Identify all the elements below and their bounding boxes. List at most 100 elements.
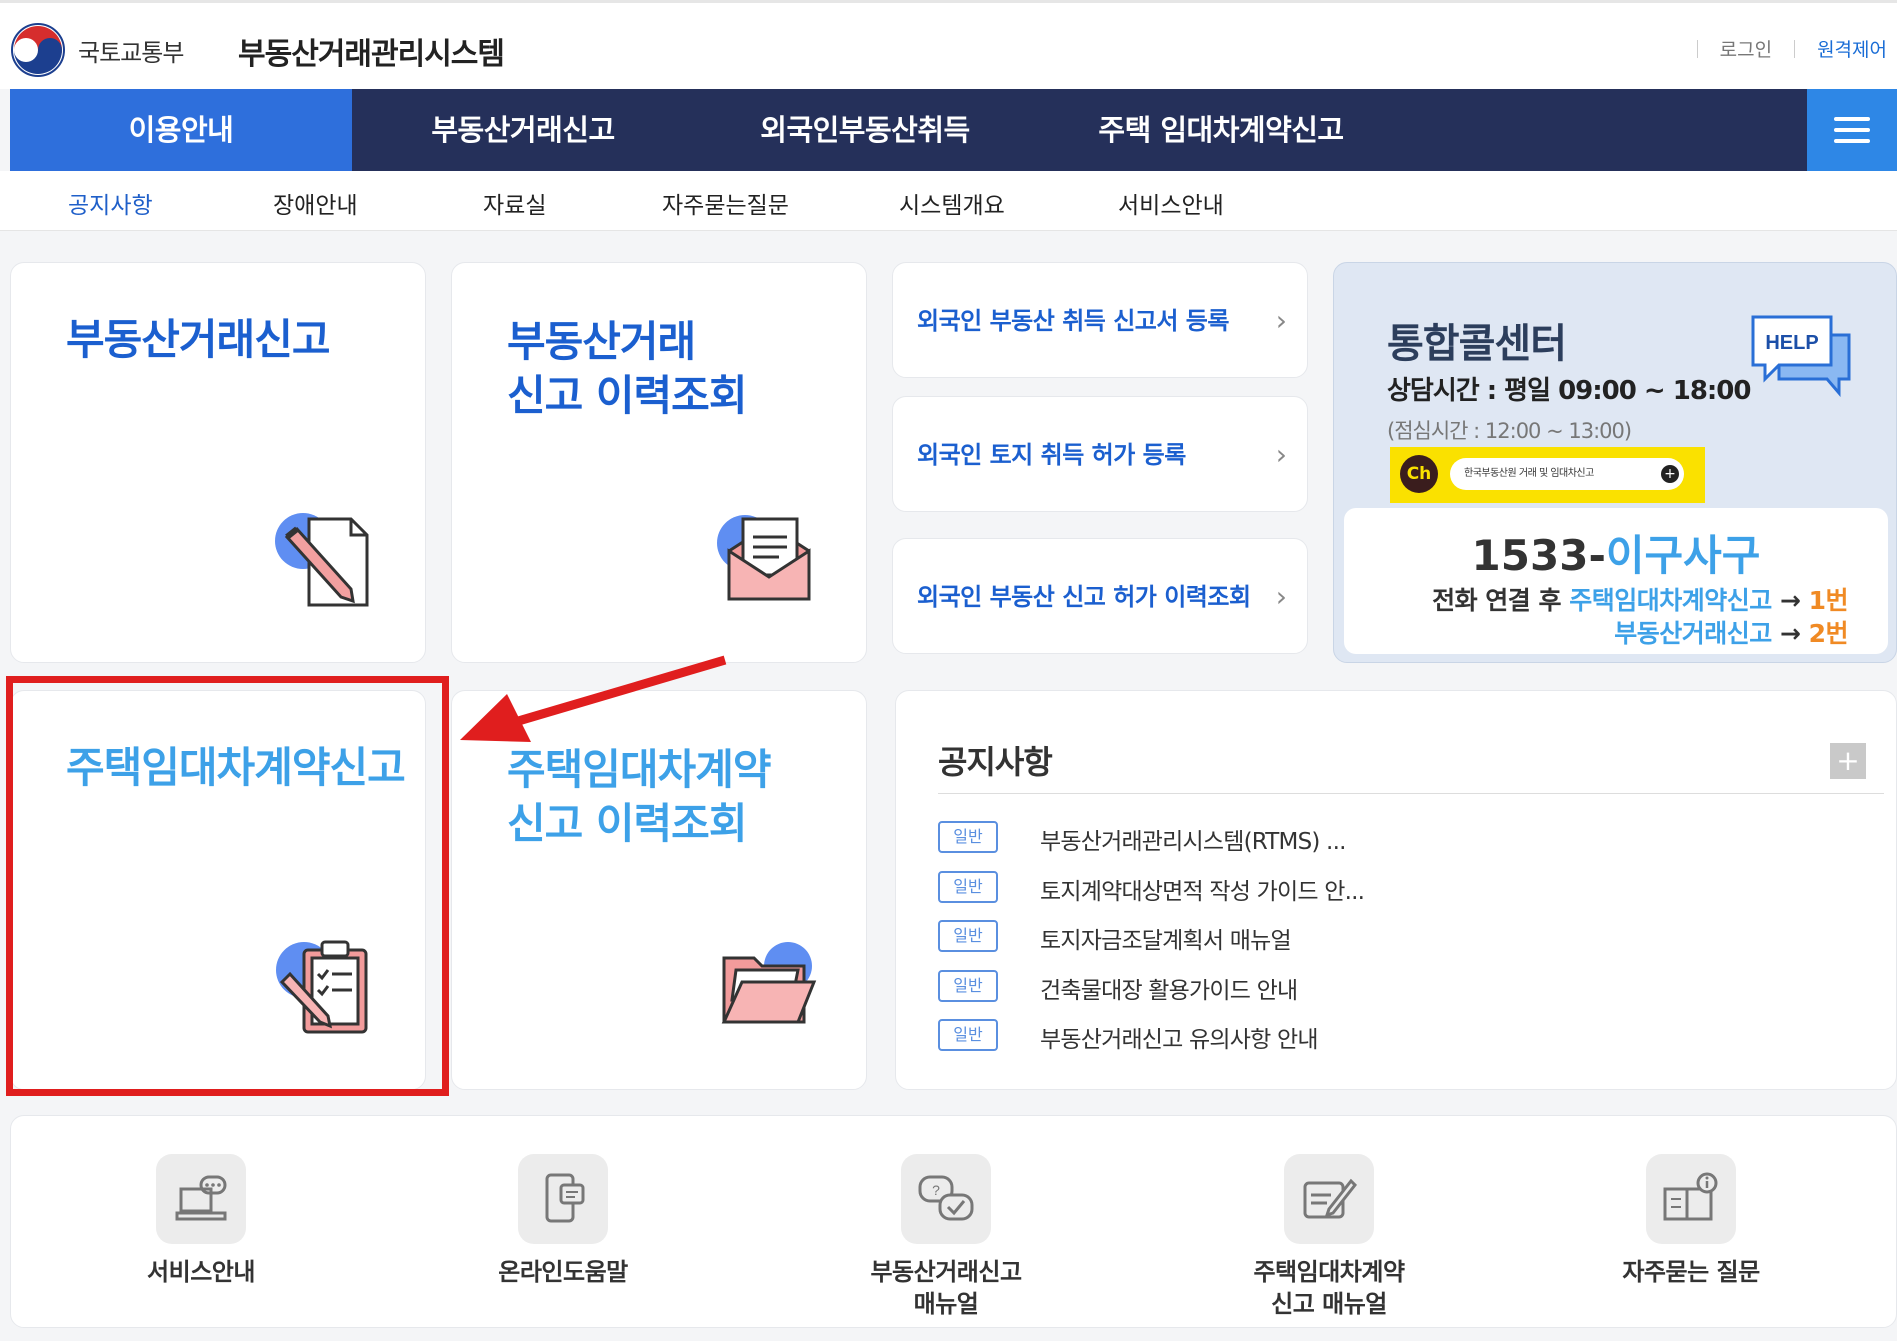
notice-badge: 일반 — [938, 871, 998, 903]
foreign-land-permit-link[interactable]: 외국인 토지 취득 허가 등록 › — [892, 396, 1308, 512]
notice-badge: 일반 — [938, 920, 998, 952]
quick-item-service-guide[interactable]: 서비스안내 — [51, 1116, 351, 1329]
foreign-history-link[interactable]: 외국인 부동산 신고 허가 이력조회 › — [892, 538, 1308, 654]
quick-menu: 서비스안내 온라인도움말 ? 부동산거래신고 매뉴얼 주택임대차계약 신고 매뉴… — [10, 1115, 1897, 1328]
card-title: 부동산거래신고 — [66, 315, 330, 364]
quick-label: 자주묻는 질문 — [1622, 1258, 1760, 1286]
trade-report-card[interactable]: 부동산거래신고 — [10, 262, 426, 663]
system-name[interactable]: 부동산거래관리시스템 — [238, 29, 505, 73]
ministry-name[interactable]: 국토교통부 — [78, 33, 184, 68]
login-link[interactable]: 로그인 — [1720, 35, 1772, 62]
call-number[interactable]: 1533-이구사구 — [1344, 522, 1888, 583]
notice-text: 토지계약대상면적 작성 가이드 안... — [1040, 879, 1365, 905]
notice-title: 공지사항 — [938, 743, 1053, 781]
quick-label: 온라인도움말 — [498, 1258, 628, 1286]
book-chat-icon — [156, 1154, 246, 1244]
call-number-words: 이구사구 — [1605, 531, 1761, 580]
card-title: 주택임대차계약 신고 이력조회 — [507, 745, 771, 848]
notice-panel: 공지사항 + 일반 부동산거래관리시스템(RTMS) ... 일반 토지계약대상… — [895, 690, 1897, 1090]
gnb-item-lease-report[interactable]: 주택 임대차계약신고 — [1036, 89, 1406, 171]
call-route-trade: 부동산거래신고 → 2번 — [1614, 614, 1848, 650]
hamburger-icon — [1834, 128, 1870, 132]
notice-text: 토지자금조달계획서 매뉴얼 — [1040, 928, 1292, 954]
lnb-item-notice[interactable]: 공지사항 — [68, 186, 153, 220]
route-number: 2번 — [1808, 619, 1849, 648]
divider — [1696, 39, 1698, 58]
call-number-box: 1533-이구사구 전화 연결 후 주택임대차계약신고 → 1번 부동산거래신고… — [1344, 508, 1888, 654]
remote-control-link[interactable]: 원격제어 — [1817, 35, 1887, 62]
kakao-channel-label: 한국부동산원 거래 및 임대차신고 — [1450, 458, 1684, 490]
lnb-item-system-overview[interactable]: 시스템개요 — [899, 186, 1005, 220]
government-emblem-icon[interactable] — [10, 22, 66, 78]
gnb-item-guide[interactable]: 이용안내 — [10, 89, 352, 171]
open-folder-icon — [721, 942, 817, 1024]
card-title: 부동산거래 신고 이력조회 — [507, 317, 747, 420]
route-arrow: → — [1771, 586, 1809, 615]
chevron-right-icon: › — [1275, 304, 1287, 337]
call-number-digits: 1533- — [1471, 531, 1606, 580]
route-prefix: 전화 연결 후 — [1432, 586, 1570, 615]
lnb-item-outage[interactable]: 장애안내 — [273, 186, 358, 220]
call-center-lunch: (점심시간 : 12:00 ~ 13:00) — [1387, 419, 1632, 443]
quick-item-online-help[interactable]: 온라인도움말 — [413, 1116, 713, 1329]
help-label: HELP — [1765, 332, 1818, 354]
quick-label: 주택임대차계약 신고 매뉴얼 — [1253, 1258, 1405, 1318]
highlight-box — [6, 676, 449, 1096]
gnb-item-trade-report[interactable]: 부동산거래신고 — [352, 89, 694, 171]
edit-document-icon — [1284, 1154, 1374, 1244]
quick-label: 부동산거래신고 매뉴얼 — [870, 1258, 1022, 1318]
help-bubble-icon: HELP — [1751, 315, 1851, 397]
quick-item-faq[interactable]: 자주묻는 질문 — [1541, 1116, 1841, 1329]
route-target: 부동산거래신고 — [1614, 619, 1772, 648]
foreign-acquisition-register-link[interactable]: 외국인 부동산 취득 신고서 등록 › — [892, 262, 1308, 378]
pencil-document-icon — [275, 513, 369, 607]
call-route-lease: 전화 연결 후 주택임대차계약신고 → 1번 — [1432, 581, 1848, 617]
main-navigation: 이용안내 부동산거래신고 외국인부동산취득 주택 임대차계약신고 — [10, 89, 1897, 171]
notice-badge: 일반 — [938, 821, 998, 853]
quick-item-lease-manual[interactable]: 주택임대차계약 신고 매뉴얼 — [1179, 1116, 1479, 1329]
call-center-panel: 통합콜센터 상담시간 : 평일 09:00 ~ 18:00 (점심시간 : 12… — [1333, 262, 1897, 663]
divider — [938, 793, 1884, 794]
quick-item-trade-manual[interactable]: ? 부동산거래신고 매뉴얼 — [796, 1116, 1096, 1329]
call-center-title: 통합콜센터 — [1387, 321, 1567, 367]
envelope-letter-icon — [717, 515, 811, 601]
kakao-channel-button[interactable]: Ch 한국부동산원 거래 및 임대차신고 + — [1390, 447, 1705, 503]
page: 국토교통부 부동산거래관리시스템 로그인 원격제어 이용안내 부동산거래신고 외… — [0, 0, 1897, 1341]
lnb-item-archive[interactable]: 자료실 — [483, 186, 546, 220]
route-number: 1번 — [1808, 586, 1849, 615]
notice-more-button[interactable]: + — [1830, 743, 1866, 779]
route-arrow: → — [1771, 619, 1809, 648]
hamburger-icon — [1834, 117, 1870, 121]
link-label: 외국인 토지 취득 허가 등록 — [917, 441, 1186, 469]
notice-text: 건축물대장 활용가이드 안내 — [1040, 978, 1298, 1004]
red-arrow-icon — [460, 655, 727, 742]
lnb-item-faq[interactable]: 자주묻는질문 — [662, 186, 789, 220]
trade-history-card[interactable]: 부동산거래 신고 이력조회 — [451, 262, 867, 663]
question-chat-icon: ? — [901, 1154, 991, 1244]
route-target: 주택임대차계약신고 — [1569, 586, 1772, 615]
notice-badge: 일반 — [938, 1019, 998, 1051]
hamburger-icon — [1834, 139, 1870, 143]
utility-links: 로그인 원격제어 — [1675, 35, 1887, 62]
link-label: 외국인 부동산 취득 신고서 등록 — [917, 307, 1229, 335]
svg-text:?: ? — [932, 1182, 940, 1198]
info-book-icon — [1646, 1154, 1736, 1244]
notice-badge: 일반 — [938, 970, 998, 1002]
quick-label: 서비스안내 — [147, 1258, 255, 1286]
mobile-help-icon — [518, 1154, 608, 1244]
hamburger-menu-button[interactable] — [1807, 89, 1897, 171]
top-header: 국토교통부 부동산거래관리시스템 로그인 원격제어 — [0, 0, 1897, 89]
lnb-item-service-guide[interactable]: 서비스안내 — [1118, 186, 1224, 220]
gnb-item-foreign-acquisition[interactable]: 외국인부동산취득 — [694, 89, 1036, 171]
call-center-hours: 상담시간 : 평일 09:00 ~ 18:00 — [1387, 376, 1751, 406]
chevron-right-icon: › — [1275, 580, 1287, 613]
notice-text: 부동산거래관리시스템(RTMS) ... — [1040, 829, 1346, 855]
link-label: 외국인 부동산 신고 허가 이력조회 — [917, 583, 1251, 611]
notice-text: 부동산거래신고 유의사항 안내 — [1040, 1027, 1319, 1053]
lease-history-card[interactable]: 주택임대차계약 신고 이력조회 — [451, 690, 867, 1090]
sub-navigation: 공지사항 장애안내 자료실 자주묻는질문 시스템개요 서비스안내 — [0, 171, 1897, 231]
chevron-right-icon: › — [1275, 438, 1287, 471]
divider — [1794, 39, 1796, 58]
plus-icon: + — [1661, 465, 1679, 483]
kakao-channel-icon: Ch — [1400, 455, 1438, 493]
